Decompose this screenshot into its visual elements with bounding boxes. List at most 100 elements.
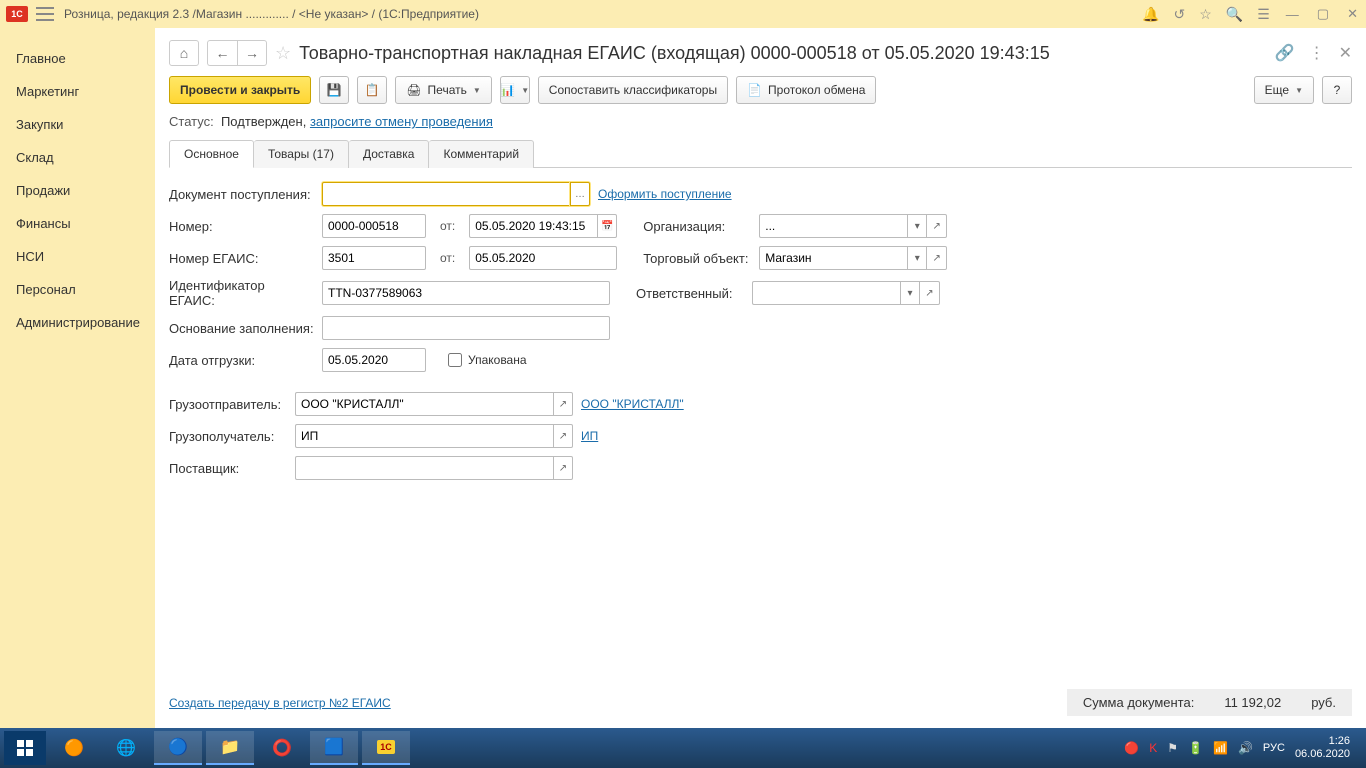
minimize-button[interactable]: — xyxy=(1284,7,1301,22)
print-button[interactable]: 🖨 Печать ▼ xyxy=(395,76,491,104)
sidebar-item-purchases[interactable]: Закупки xyxy=(0,108,155,141)
tab-delivery[interactable]: Доставка xyxy=(349,140,430,168)
post-button[interactable]: 📋 xyxy=(357,76,387,104)
save-button[interactable]: 💾 xyxy=(319,76,349,104)
search-icon[interactable]: 🔍 xyxy=(1226,6,1243,23)
star-icon[interactable]: ☆ xyxy=(1199,6,1212,23)
taskbar-explorer[interactable]: 📁 xyxy=(206,731,254,765)
history-icon[interactable]: ↺ xyxy=(1174,6,1186,23)
windows-taskbar: 🟠 🌐 🔵 📁 ⭕ 🟦 1C 🔴 K ⚑ 🔋 📶 🔊 РУС 1:26 06.0… xyxy=(0,728,1366,768)
sidebar-item-warehouse[interactable]: Склад xyxy=(0,141,155,174)
calendar-icon[interactable]: 📅 xyxy=(597,214,617,238)
more-menu-icon[interactable]: ⋮ xyxy=(1309,43,1325,63)
tray-volume-icon[interactable]: 🔊 xyxy=(1238,741,1253,755)
packed-checkbox-input[interactable] xyxy=(448,353,462,367)
ship-date-input[interactable] xyxy=(322,348,426,372)
tray-network-icon[interactable]: 📶 xyxy=(1213,741,1228,755)
org-dropdown-button[interactable]: ▾ xyxy=(907,214,927,238)
trade-object-input[interactable] xyxy=(759,246,907,270)
link-icon[interactable]: 🔗 xyxy=(1275,43,1295,63)
start-button[interactable] xyxy=(4,731,46,765)
window-title: Розница, редакция 2.3 /Магазин .........… xyxy=(64,7,1142,21)
protocol-button[interactable]: 📄 Протокол обмена xyxy=(736,76,876,104)
doc-receipt-label: Документ поступления: xyxy=(169,187,314,202)
sidebar-item-finance[interactable]: Финансы xyxy=(0,207,155,240)
supplier-input[interactable] xyxy=(295,456,553,480)
window-titlebar: 1C Розница, редакция 2.3 /Магазин ......… xyxy=(0,0,1366,28)
doc-receipt-input[interactable] xyxy=(322,182,570,206)
tray-battery-icon[interactable]: 🔋 xyxy=(1188,741,1203,755)
sidebar-item-main[interactable]: Главное xyxy=(0,42,155,75)
document-title: Товарно-транспортная накладная ЕГАИС (вх… xyxy=(299,43,1267,64)
recipient-input[interactable] xyxy=(295,424,553,448)
tray-icon-2[interactable]: K xyxy=(1149,741,1157,755)
from-label-2: от: xyxy=(434,251,461,265)
compare-classifiers-button[interactable]: Сопоставить классификаторы xyxy=(538,76,728,104)
recipient-link[interactable]: ИП xyxy=(581,429,598,443)
sidebar-item-marketing[interactable]: Маркетинг xyxy=(0,75,155,108)
sender-link[interactable]: ООО "КРИСТАЛЛ" xyxy=(581,397,684,411)
doc-receipt-select-button[interactable]: … xyxy=(570,182,590,206)
trade-object-open-button[interactable]: ↗ xyxy=(927,246,947,270)
back-button[interactable]: ← xyxy=(207,40,237,66)
supplier-label: Поставщик: xyxy=(169,461,287,476)
tray-icon-1[interactable]: 🔴 xyxy=(1124,741,1139,755)
help-button[interactable]: ? xyxy=(1322,76,1352,104)
tab-main[interactable]: Основное xyxy=(169,140,254,168)
org-label: Организация: xyxy=(643,219,751,234)
sender-label: Грузоотправитель: xyxy=(169,397,287,412)
main-sidebar: Главное Маркетинг Закупки Склад Продажи … xyxy=(0,28,155,728)
sidebar-item-admin[interactable]: Администрирование xyxy=(0,306,155,339)
favorite-star-icon[interactable]: ☆ xyxy=(275,43,291,64)
forward-button[interactable]: → xyxy=(237,40,267,66)
taskbar-chrome[interactable]: 🔵 xyxy=(154,731,202,765)
create-receipt-link[interactable]: Оформить поступление xyxy=(598,187,732,201)
post-and-close-button[interactable]: Провести и закрыть xyxy=(169,76,311,104)
more-button[interactable]: Еще ▼ xyxy=(1254,76,1314,104)
org-open-button[interactable]: ↗ xyxy=(927,214,947,238)
org-input[interactable] xyxy=(759,214,907,238)
number-input[interactable] xyxy=(322,214,426,238)
create-register2-link[interactable]: Создать передачу в регистр №2 ЕГАИС xyxy=(169,696,391,710)
settings-icon[interactable]: ☰ xyxy=(1257,6,1270,23)
home-button[interactable]: ⌂ xyxy=(169,40,199,66)
sidebar-item-personnel[interactable]: Персонал xyxy=(0,273,155,306)
taskbar-app-2[interactable]: 🟦 xyxy=(310,731,358,765)
sidebar-item-nsi[interactable]: НСИ xyxy=(0,240,155,273)
basis-input[interactable] xyxy=(322,316,610,340)
egais-date-input[interactable] xyxy=(469,246,617,270)
status-line: Статус: Подтвержден, запросите отмену пр… xyxy=(169,114,1352,129)
responsible-open-button[interactable]: ↗ xyxy=(920,281,940,305)
egais-id-label: Идентификатор ЕГАИС: xyxy=(169,278,314,308)
taskbar-yandex[interactable]: ⭕ xyxy=(258,731,306,765)
recipient-open-button[interactable]: ↗ xyxy=(553,424,573,448)
responsible-input[interactable] xyxy=(752,281,900,305)
tray-flag-icon[interactable]: ⚑ xyxy=(1167,741,1178,755)
document-total: Сумма документа: 11 192,02 руб. xyxy=(1067,689,1352,716)
recipient-label: Грузополучатель: xyxy=(169,429,287,444)
supplier-open-button[interactable]: ↗ xyxy=(553,456,573,480)
sidebar-item-sales[interactable]: Продажи xyxy=(0,174,155,207)
packed-checkbox[interactable]: Упакована xyxy=(448,353,527,367)
report-button[interactable]: 📊 ▼ xyxy=(500,76,530,104)
maximize-button[interactable]: ▢ xyxy=(1315,6,1331,22)
taskbar-app-1[interactable]: 🟠 xyxy=(50,731,98,765)
number-date-input[interactable] xyxy=(469,214,597,238)
close-tab-icon[interactable]: ✕ xyxy=(1339,43,1352,63)
bell-icon[interactable]: 🔔 xyxy=(1142,6,1159,23)
close-button[interactable]: ✕ xyxy=(1345,6,1360,22)
tray-language[interactable]: РУС xyxy=(1263,742,1285,754)
taskbar-1c[interactable]: 1C xyxy=(362,731,410,765)
hamburger-menu[interactable] xyxy=(36,7,54,21)
trade-object-dropdown-button[interactable]: ▾ xyxy=(907,246,927,270)
tab-comment[interactable]: Комментарий xyxy=(429,140,534,168)
taskbar-ie[interactable]: 🌐 xyxy=(102,731,150,765)
tray-clock[interactable]: 1:26 06.06.2020 xyxy=(1295,735,1350,761)
cancel-posting-link[interactable]: запросите отмену проведения xyxy=(310,114,493,129)
responsible-dropdown-button[interactable]: ▾ xyxy=(900,281,920,305)
sender-open-button[interactable]: ↗ xyxy=(553,392,573,416)
egais-id-input[interactable] xyxy=(322,281,610,305)
sender-input[interactable] xyxy=(295,392,553,416)
tab-goods[interactable]: Товары (17) xyxy=(254,140,349,168)
egais-num-input[interactable] xyxy=(322,246,426,270)
